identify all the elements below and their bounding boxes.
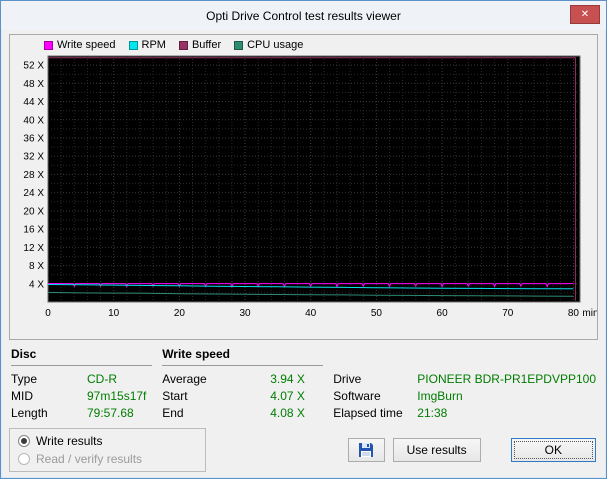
y-tick-label: 44 X (23, 97, 44, 108)
info-panel: Disc Type CD-R MID 97m15s17f Length 79:5… (11, 347, 596, 421)
x-tick-label: 50 (371, 308, 383, 319)
end-speed-label: End (162, 405, 184, 420)
read-verify-results-radio: Read / verify results (18, 451, 193, 466)
write-speed-section-header: Write speed (162, 347, 230, 361)
write-speed-swatch-icon (44, 40, 53, 50)
disc-type-value: CD-R (87, 371, 117, 386)
x-tick-label: 60 (437, 308, 449, 319)
section-separator (162, 365, 324, 366)
rpm-swatch-icon (128, 40, 138, 50)
legend-item-buffer: Buffer (178, 39, 222, 51)
y-tick-label: 40 X (23, 115, 44, 126)
window-title: Opti Drive Control test results viewer (206, 8, 401, 23)
y-tick-label: 20 X (23, 206, 44, 217)
end-speed-row: End 4.08 X (162, 404, 333, 421)
save-button[interactable] (347, 438, 385, 462)
chart-legend: Write speed RPM Buffer CPU usage (10, 35, 597, 52)
y-tick-label: 24 X (23, 188, 44, 199)
write-results-radio-label: Write results (36, 433, 103, 448)
disc-section: Disc Type CD-R MID 97m15s17f Length 79:5… (11, 347, 162, 421)
radio-selected-icon (18, 434, 30, 447)
y-tick-label: 36 X (23, 134, 44, 145)
legend-item-rpm: RPM (128, 39, 166, 51)
disc-length-row: Length 79:57.68 (11, 404, 162, 421)
disc-type-row: Type CD-R (11, 370, 162, 387)
x-tick-label: 0 (45, 308, 51, 319)
legend-item-write-speed: Write speed (44, 39, 116, 51)
chart-panel: Write speed RPM Buffer CPU usage 4 X 8 X 1… (9, 34, 598, 340)
drive-row: Drive PIONEER BDR-PR1EPDVPP100 (333, 370, 596, 387)
x-tick-label: 70 (502, 308, 514, 319)
x-tick-label: 20 (174, 308, 186, 319)
x-tick-label: 40 (305, 308, 317, 319)
disc-length-value: 79:57.68 (87, 405, 134, 420)
write-results-radio[interactable]: Write results (18, 433, 193, 448)
disc-mid-label: MID (11, 388, 33, 403)
buffer-swatch-icon (178, 40, 188, 50)
y-tick-label: 8 X (29, 261, 44, 272)
software-label: Software (333, 388, 381, 403)
y-tick-label: 4 X (29, 279, 44, 290)
ok-button[interactable]: OK (510, 438, 596, 462)
results-chart: 4 X 8 X 12 X 16 X 20 X 24 X 28 X 32 X 36 X 40 X 44… (23, 55, 597, 319)
disc-section-header: Disc (11, 347, 37, 361)
elapsed-time-label: Elapsed time (333, 405, 403, 420)
start-speed-value: 4.07 X (270, 388, 305, 403)
read-verify-results-radio-label: Read / verify results (36, 451, 143, 466)
y-tick-label: 52 X (23, 61, 44, 72)
radio-unselected-icon (18, 452, 30, 465)
x-tick-label: 80 (568, 308, 580, 319)
results-radio-group: Write results Read / verify results (9, 428, 206, 472)
write-speed-section: Write speed Average 3.94 X Start 4.07 X … (162, 347, 333, 421)
plot-area (47, 55, 581, 303)
floppy-disk-icon (359, 443, 374, 457)
use-results-button[interactable]: Use results (392, 438, 481, 462)
average-speed-value: 3.94 X (270, 371, 305, 386)
legend-item-cpu-usage: CPU usage (234, 39, 303, 51)
average-speed-row: Average 3.94 X (162, 370, 333, 387)
y-tick-label: 28 X (23, 170, 44, 181)
disc-type-label: Type (11, 371, 38, 386)
elapsed-time-row: Elapsed time 21:38 (333, 404, 596, 421)
end-speed-value: 4.08 X (270, 405, 305, 420)
section-separator (11, 365, 153, 366)
elapsed-time-value: 21:38 (417, 405, 448, 420)
disc-length-label: Length (11, 405, 48, 420)
drive-label: Drive (333, 371, 362, 386)
start-speed-label: Start (162, 388, 188, 403)
x-axis-unit-label: min (582, 308, 597, 319)
software-row: Software ImgBurn (333, 387, 596, 404)
legend-label-write-speed: Write speed (57, 39, 116, 51)
legend-label-buffer: Buffer (191, 39, 222, 51)
y-tick-label: 12 X (23, 243, 44, 254)
x-tick-label: 10 (108, 308, 120, 319)
dialog-window: Opti Drive Control test results viewer ✕… (0, 0, 607, 479)
cpu-usage-swatch-icon (234, 40, 244, 50)
disc-mid-row: MID 97m15s17f (11, 387, 162, 404)
session-section: Drive PIONEER BDR-PR1EPDVPP100 Software … (333, 347, 596, 421)
disc-mid-value: 97m15s17f (87, 388, 147, 403)
drive-value: PIONEER BDR-PR1EPDVPP100 (417, 371, 596, 386)
software-value: ImgBurn (417, 388, 463, 403)
legend-label-cpu-usage: CPU usage (247, 39, 304, 51)
footer: Write results Read / verify results Use … (9, 428, 596, 472)
average-speed-label: Average (162, 371, 207, 386)
legend-label-rpm: RPM (141, 39, 166, 51)
close-button[interactable]: ✕ (570, 5, 600, 24)
y-tick-label: 16 X (23, 225, 44, 236)
x-tick-label: 30 (239, 308, 251, 319)
y-tick-label: 48 X (23, 79, 44, 90)
close-icon: ✕ (580, 8, 590, 20)
y-tick-label: 32 X (23, 152, 44, 163)
titlebar: Opti Drive Control test results viewer ✕ (1, 1, 606, 30)
start-speed-row: Start 4.07 X (162, 387, 333, 404)
